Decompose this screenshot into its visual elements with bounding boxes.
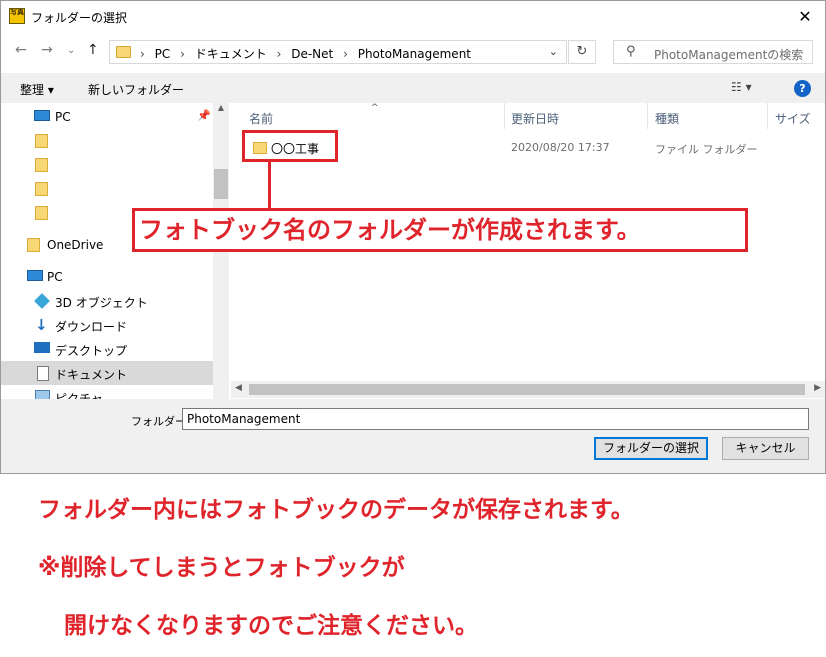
sidebar-item-folder[interactable] <box>1 153 213 177</box>
sidebar-item-folder[interactable] <box>1 177 213 201</box>
sidebar-item-label: 3D オブジェクト <box>55 296 148 310</box>
sidebar-item-folder[interactable] <box>1 129 213 153</box>
scroll-right-icon[interactable]: ▶ <box>814 383 821 393</box>
download-icon: ↓ <box>35 316 48 334</box>
recent-chevron-icon[interactable]: ⌄ <box>67 45 75 56</box>
new-folder-button[interactable]: 新しいフォルダー <box>88 81 184 98</box>
sidebar-item-3d-objects[interactable]: 3D オブジェクト <box>1 289 213 313</box>
breadcrumb-item-pc[interactable]: PC <box>155 47 171 61</box>
column-header-size[interactable]: サイズ <box>775 103 811 129</box>
sidebar-item-label: デスクトップ <box>55 344 128 358</box>
chevron-right-icon: › <box>140 47 145 61</box>
folder-icon <box>35 158 48 172</box>
address-bar[interactable]: › PC › ドキュメント › De-Net › PhotoManagement… <box>109 40 567 64</box>
scroll-thumb[interactable] <box>214 169 228 199</box>
chevron-right-icon: › <box>180 47 185 61</box>
onedrive-folder-icon <box>27 238 40 252</box>
select-folder-button[interactable]: フォルダーの選択 <box>594 437 708 460</box>
sidebar-item-label: PC <box>55 110 71 124</box>
chevron-right-icon: › <box>343 47 348 61</box>
title-bar: 写真 フォルダーの選択 ✕ <box>1 1 825 33</box>
sort-ascending-icon: ^ <box>371 103 379 113</box>
search-icon: ⚲ <box>626 44 636 59</box>
folder-icon <box>35 206 48 220</box>
close-button[interactable]: ✕ <box>785 1 825 33</box>
sidebar-item-label: PC <box>47 270 63 284</box>
folder-icon <box>35 134 48 148</box>
scroll-left-icon[interactable]: ◀ <box>235 383 242 393</box>
annotation-note: フォルダー内にはフォトブックのデータが保存されます。 <box>38 497 634 523</box>
app-icon: 写真 <box>9 8 25 24</box>
organize-button[interactable]: 整理 ▾ <box>20 81 54 98</box>
desktop-icon <box>34 342 50 353</box>
annotation-warning-cont: 開けなくなりますのでご注意ください。 <box>64 613 478 639</box>
folder-field[interactable]: PhotoManagement <box>182 408 809 430</box>
pin-icon[interactable]: 📌 <box>197 109 211 122</box>
sidebar-item-label: ピクチャ <box>55 392 103 399</box>
breadcrumb: › PC › ドキュメント › De-Net › PhotoManagement <box>138 45 475 62</box>
breadcrumb-item-denet[interactable]: De-Net <box>291 47 333 61</box>
sidebar-item-downloads[interactable]: ↓ ダウンロード <box>1 313 213 337</box>
horizontal-scrollbar[interactable]: ◀ ▶ <box>231 381 825 398</box>
dialog-footer: フォルダー: PhotoManagement フォルダーの選択 キャンセル <box>1 399 825 473</box>
search-input[interactable]: ⚲ PhotoManagementの検索 <box>613 40 813 64</box>
pictures-icon <box>35 390 50 399</box>
window-title: フォルダーの選択 <box>31 11 128 25</box>
callout-connector <box>268 161 271 209</box>
toolbar: 整理 ▾ 新しいフォルダー ☷ ▾ ? <box>1 73 825 103</box>
up-arrow-icon[interactable]: ↑ <box>87 42 99 58</box>
back-arrow-icon[interactable]: ← <box>15 42 27 58</box>
pc-icon <box>27 270 43 281</box>
folder-icon <box>116 46 131 58</box>
file-modified: 2020/08/20 17:37 <box>511 141 610 154</box>
column-header-modified[interactable]: 更新日時 <box>511 103 559 129</box>
navigation-row: ← → ⌄ ↑ › PC › ドキュメント › De-Net › PhotoMa… <box>1 35 825 69</box>
sidebar-item-label: ダウンロード <box>55 320 128 334</box>
chevron-right-icon: › <box>276 47 282 61</box>
annotation-callout: フォトブック名のフォルダーが作成されます。 <box>132 208 748 252</box>
column-header-name[interactable]: 名前 <box>249 103 273 129</box>
pc-icon <box>34 110 50 121</box>
forward-arrow-icon[interactable]: → <box>41 42 53 58</box>
3d-objects-icon <box>34 293 50 309</box>
sidebar-item-desktop[interactable]: デスクトップ <box>1 337 213 361</box>
sidebar-item-pictures[interactable]: ピクチャ <box>1 385 213 399</box>
help-icon[interactable]: ? <box>794 80 811 97</box>
folder-label: フォルダー: <box>131 415 190 428</box>
breadcrumb-item-documents[interactable]: ドキュメント <box>195 47 267 61</box>
folder-icon <box>35 182 48 196</box>
cancel-button[interactable]: キャンセル <box>722 437 809 460</box>
file-type: ファイル フォルダー <box>655 143 758 156</box>
sidebar-item-label: ドキュメント <box>55 368 128 382</box>
sidebar-item-quick-pc[interactable]: PC 📌 <box>1 105 213 129</box>
column-header-type[interactable]: 種類 <box>655 103 679 129</box>
column-divider[interactable] <box>647 103 648 129</box>
sidebar-item-documents[interactable]: ドキュメント <box>1 361 213 385</box>
chevron-down-icon[interactable]: ⌄ <box>549 45 558 58</box>
scroll-thumb[interactable] <box>249 384 805 395</box>
view-options-icon[interactable]: ☷ ▾ <box>731 80 752 94</box>
sidebar-item-label: OneDrive <box>47 238 104 252</box>
document-icon <box>37 366 49 381</box>
column-divider[interactable] <box>504 103 505 129</box>
breadcrumb-item-photomanagement[interactable]: PhotoManagement <box>358 47 471 61</box>
sidebar-item-pc[interactable]: PC <box>1 265 213 289</box>
refresh-button[interactable]: ↻ <box>568 40 596 64</box>
search-placeholder: PhotoManagementの検索 <box>654 48 804 62</box>
annotation-warning: ※削除してしまうとフォトブックが <box>38 555 405 581</box>
scroll-up-icon[interactable]: ▲ <box>213 103 229 112</box>
column-divider[interactable] <box>767 103 768 129</box>
highlight-box <box>242 130 338 162</box>
